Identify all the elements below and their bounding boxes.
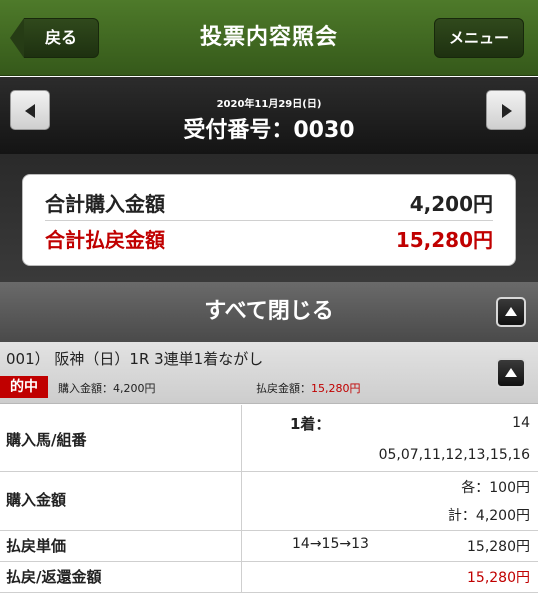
bet-purchase-value: 4,200円 xyxy=(113,382,156,395)
chevron-right-icon xyxy=(502,104,512,118)
total-payout-row: 合計払戻金額 15,280円 xyxy=(45,223,493,257)
row-divider xyxy=(0,561,538,562)
bet-header[interactable]: 001） 阪神（日）1R 3連単1着ながし 的中 購入金額：4,200円 払戻金… xyxy=(0,342,538,404)
refund-value: 15,280円 xyxy=(467,570,530,586)
first-place-label: 1着： xyxy=(290,415,331,433)
next-receipt-button[interactable] xyxy=(486,90,526,130)
collapse-bet-button[interactable] xyxy=(496,358,526,388)
bet-payout-value: 15,280円 xyxy=(311,382,361,395)
row-divider xyxy=(0,530,538,531)
total-purchase-row: 合計購入金額 4,200円 xyxy=(45,187,493,221)
unit-payout-label: 払戻単価 xyxy=(6,537,67,555)
total-payout-label: 合計払戻金額 xyxy=(45,228,165,252)
row-divider xyxy=(0,471,538,472)
receipt-date: 2020年11月29日(日) xyxy=(216,99,322,110)
bet-detail-table: 購入馬/組番 1着： 14 05,07,11,12,13,15,16 購入金額 … xyxy=(0,405,538,593)
summary-area: 合計購入金額 4,200円 合計払戻金額 15,280円 xyxy=(0,154,538,282)
column-divider xyxy=(241,405,242,593)
total-purchase-label: 合計購入金額 xyxy=(45,192,165,216)
bet-payout-label: 払戻金額： xyxy=(256,382,311,395)
back-arrow-icon xyxy=(10,18,24,58)
horses-label: 購入馬/組番 xyxy=(6,431,87,449)
unit-payout-combo: 14→15→13 xyxy=(292,536,369,552)
refund-label: 払戻/返還金額 xyxy=(6,568,102,586)
other-horses-value: 05,07,11,12,13,15,16 xyxy=(378,447,530,463)
bet-title: 001） 阪神（日）1R 3連単1着ながし xyxy=(6,350,264,368)
collapse-all-button[interactable] xyxy=(496,297,526,327)
back-button-label: 戻る xyxy=(44,28,77,47)
total-purchase-value: 4,200円 xyxy=(409,192,493,216)
chevron-up-icon xyxy=(505,307,517,316)
unit-payout-value: 15,280円 xyxy=(467,539,530,555)
receipt-number: 受付番号：0030 xyxy=(183,118,355,143)
chevron-up-icon xyxy=(505,368,517,377)
amount-label: 購入金額 xyxy=(6,491,67,509)
close-all-bar[interactable]: すべて閉じる xyxy=(0,282,538,342)
bet-purchase-amount: 購入金額：4,200円 xyxy=(58,380,156,396)
receipt-navigation-bar: 2020年11月29日(日) 受付番号：0030 xyxy=(0,77,538,154)
first-place-value: 14 xyxy=(512,415,530,431)
summary-box: 合計購入金額 4,200円 合計払戻金額 15,280円 xyxy=(22,174,516,266)
amount-total-value: 計：4,200円 xyxy=(447,508,530,524)
app-header: 投票内容照会 戻る メニュー xyxy=(0,0,538,76)
hit-badge: 的中 xyxy=(0,376,48,398)
amount-each-value: 各：100円 xyxy=(461,480,530,496)
back-button[interactable]: 戻る xyxy=(10,18,99,58)
bet-payout-amount: 払戻金額：15,280円 xyxy=(256,380,361,396)
close-all-label: すべて閉じる xyxy=(204,299,334,324)
total-payout-value: 15,280円 xyxy=(395,228,493,252)
bet-purchase-label: 購入金額： xyxy=(58,382,113,395)
menu-button[interactable]: メニュー xyxy=(434,18,524,58)
